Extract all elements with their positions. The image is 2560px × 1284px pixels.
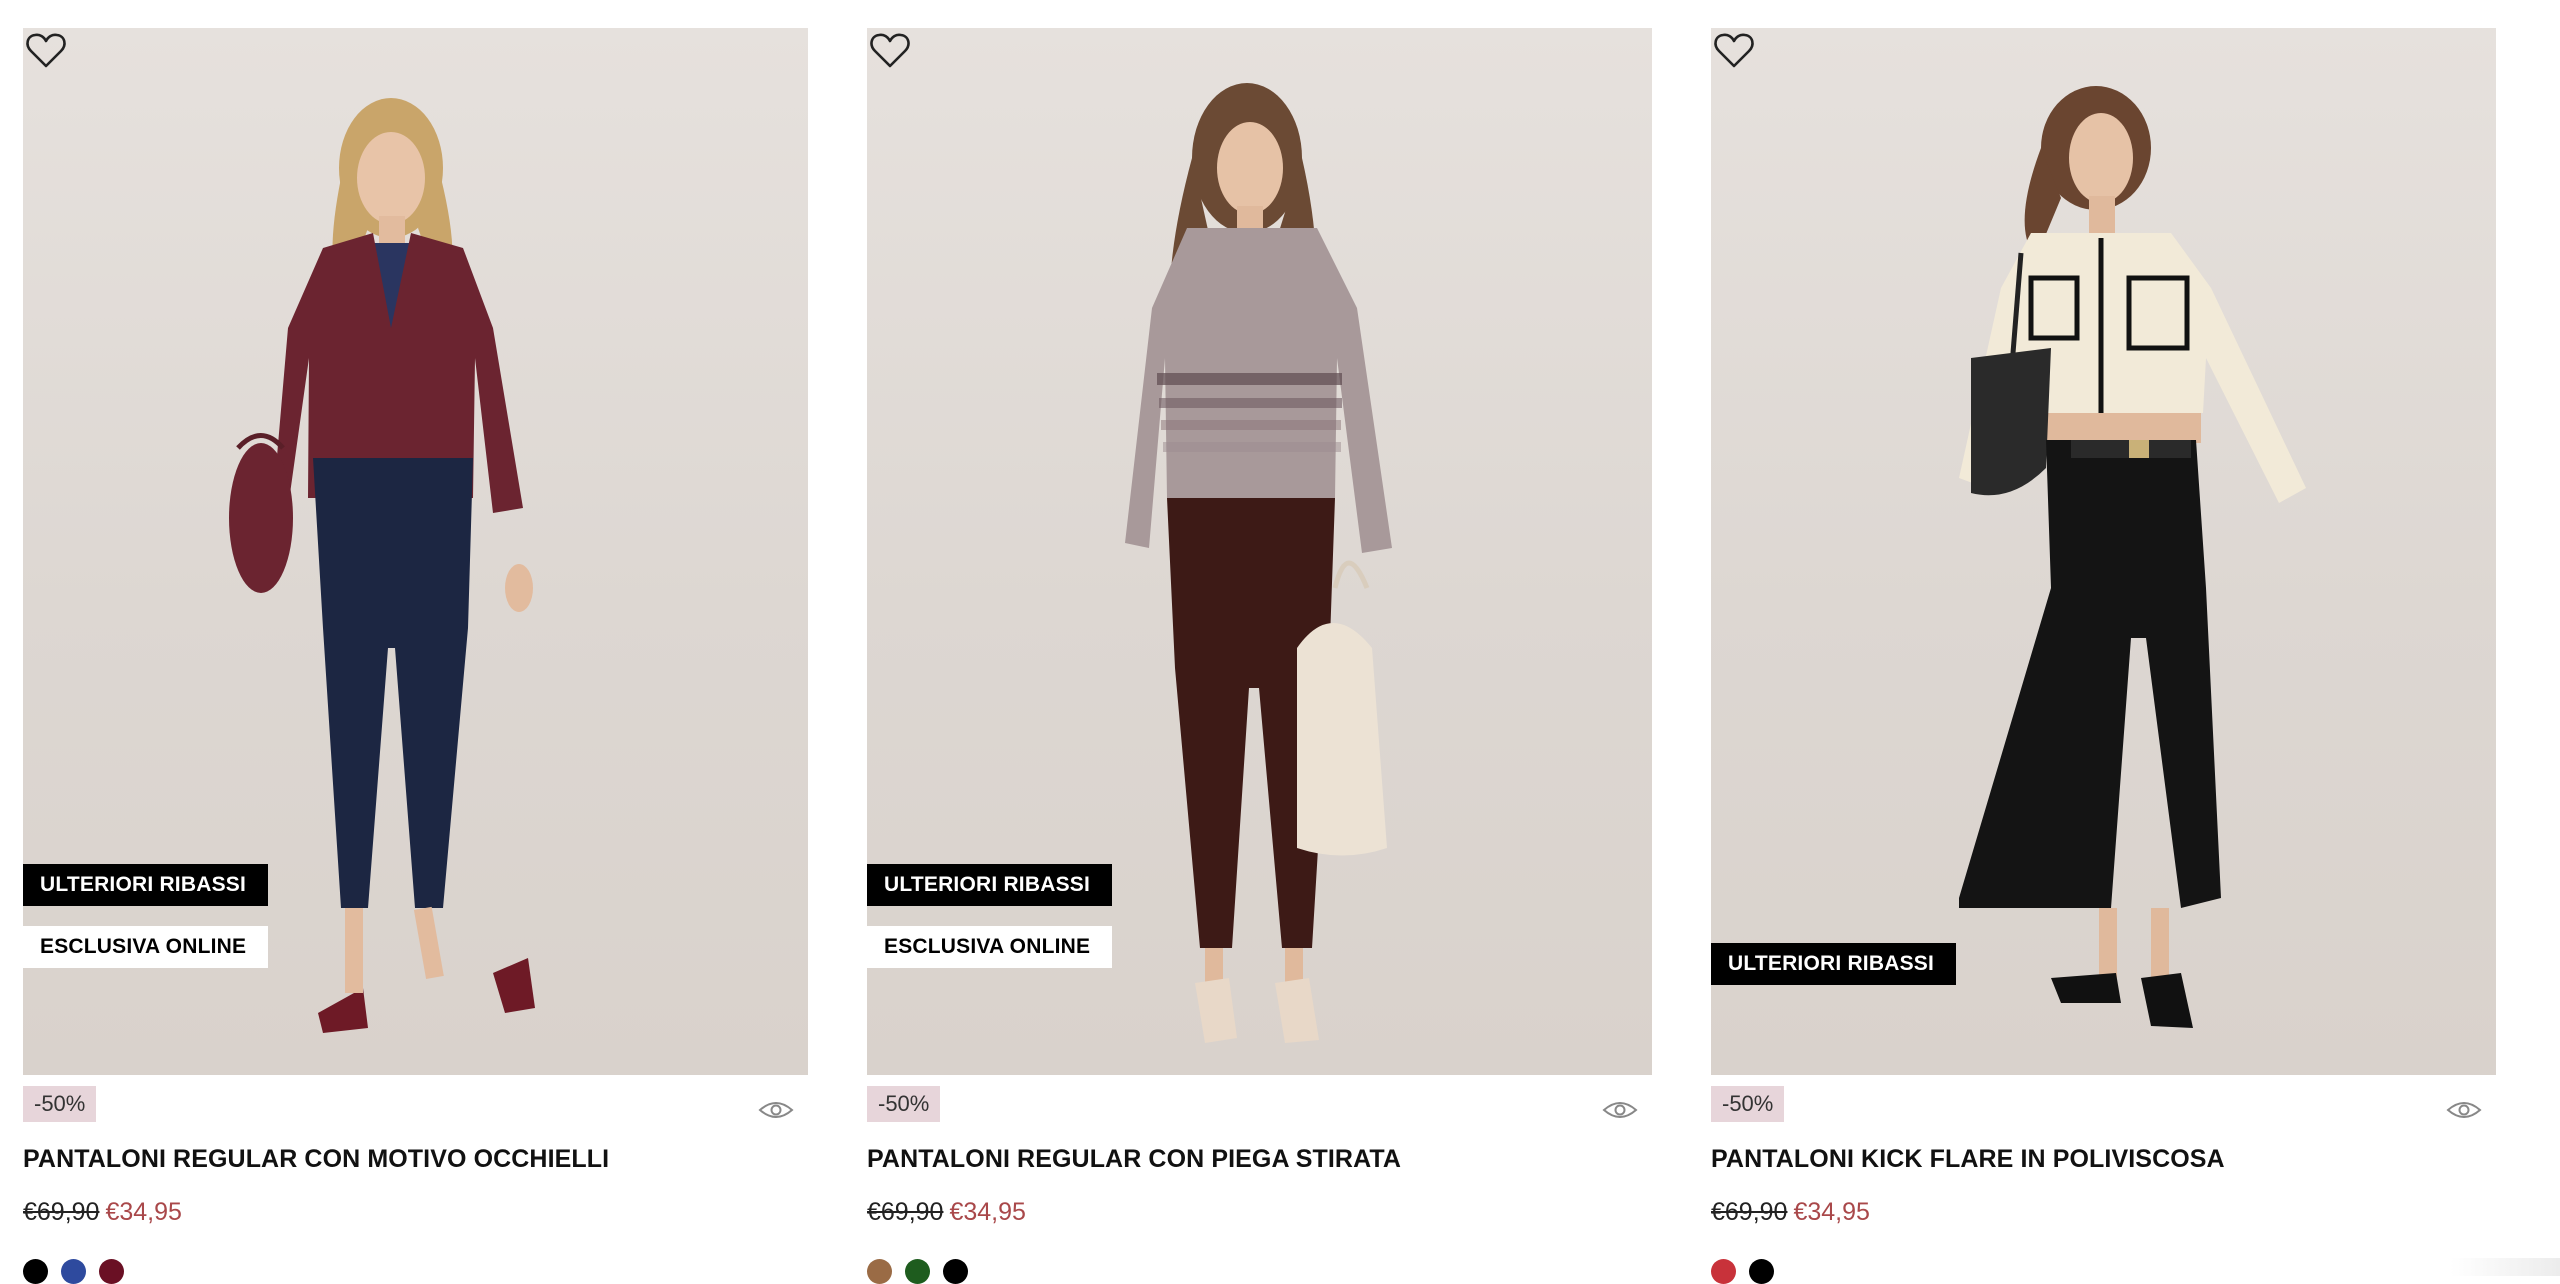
product-name[interactable]: PANTALONI REGULAR CON MOTIVO OCCHIELLI: [23, 1145, 609, 1174]
product-image[interactable]: ULTERIORI RIBASSI ESCLUSIVA ONLINE: [867, 28, 1652, 1075]
heart-outline-icon[interactable]: [1711, 28, 1757, 74]
model-illustration: [1125, 83, 1392, 1043]
original-price: €69,90: [867, 1198, 944, 1226]
color-swatch[interactable]: [867, 1259, 892, 1284]
price-row: €69,90 €34,95: [1711, 1198, 1870, 1227]
color-swatch[interactable]: [1749, 1259, 1774, 1284]
eye-icon[interactable]: [758, 1098, 794, 1122]
original-price: €69,90: [1711, 1198, 1788, 1226]
product-image[interactable]: ULTERIORI RIBASSI: [1711, 28, 2496, 1075]
product-image[interactable]: ULTERIORI RIBASSI ESCLUSIVA ONLINE: [23, 28, 808, 1075]
online-exclusive-tag: ESCLUSIVA ONLINE: [867, 926, 1113, 968]
product-card: ULTERIORI RIBASSI ESCLUSIVA ONLINE -50% …: [23, 28, 808, 1284]
color-swatch[interactable]: [99, 1259, 124, 1284]
color-swatch[interactable]: [61, 1259, 86, 1284]
discount-badge: -50%: [23, 1086, 97, 1122]
eye-icon[interactable]: [1602, 1098, 1638, 1122]
color-swatches: [1711, 1259, 1774, 1284]
sale-price: €34,95: [1793, 1198, 1870, 1226]
product-card: ULTERIORI RIBASSI -50% PANTALONI KICK FL…: [1711, 28, 2496, 1284]
product-grid: ULTERIORI RIBASSI ESCLUSIVA ONLINE -50% …: [0, 0, 2560, 1284]
original-price: €69,90: [23, 1198, 100, 1226]
price-row: €69,90 €34,95: [23, 1198, 182, 1227]
color-swatch[interactable]: [23, 1259, 48, 1284]
heart-outline-icon[interactable]: [23, 28, 69, 74]
color-swatches: [23, 1259, 124, 1284]
scroll-shade: [2450, 1258, 2560, 1276]
product-name[interactable]: PANTALONI KICK FLARE IN POLIVISCOSA: [1711, 1145, 2225, 1174]
price-row: €69,90 €34,95: [867, 1198, 1026, 1227]
color-swatches: [867, 1259, 968, 1284]
discount-badge: -50%: [867, 1086, 941, 1122]
model-illustration: [229, 98, 535, 1033]
sale-price: €34,95: [105, 1198, 182, 1226]
discount-badge: -50%: [1711, 1086, 1785, 1122]
eye-icon[interactable]: [2446, 1098, 2482, 1122]
online-exclusive-tag: ESCLUSIVA ONLINE: [23, 926, 269, 968]
color-swatch[interactable]: [1711, 1259, 1736, 1284]
further-discount-tag: ULTERIORI RIBASSI: [867, 864, 1113, 906]
product-card: ULTERIORI RIBASSI ESCLUSIVA ONLINE -50% …: [867, 28, 1652, 1284]
color-swatch[interactable]: [905, 1259, 930, 1284]
further-discount-tag: ULTERIORI RIBASSI: [1711, 943, 1957, 985]
product-name[interactable]: PANTALONI REGULAR CON PIEGA STIRATA: [867, 1145, 1401, 1174]
color-swatch[interactable]: [943, 1259, 968, 1284]
model-illustration: [1959, 86, 2306, 1028]
heart-outline-icon[interactable]: [867, 28, 913, 74]
further-discount-tag: ULTERIORI RIBASSI: [23, 864, 269, 906]
sale-price: €34,95: [949, 1198, 1026, 1226]
